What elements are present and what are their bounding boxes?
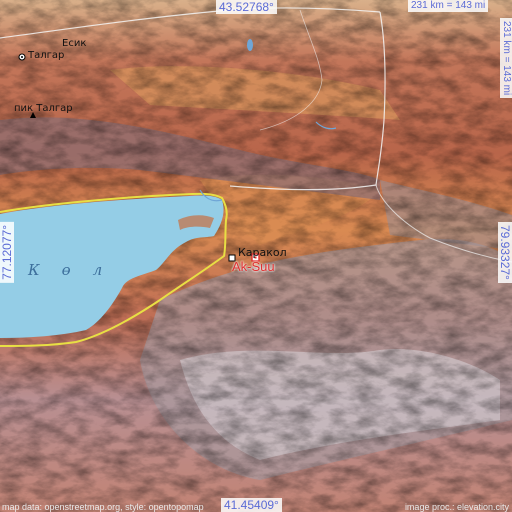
footer-credit: image proc.: elevation.city xyxy=(404,502,509,512)
north-coordinate: 43.52768° xyxy=(216,0,277,14)
place-talgar: Талгар xyxy=(28,50,65,61)
lake-label: Көл xyxy=(28,261,125,279)
place-esik: Есик xyxy=(62,38,87,49)
scale-top: 231 km = 143 mi xyxy=(408,0,489,12)
place-peak-talgar: пик Талгар xyxy=(14,103,73,114)
east-coordinate: 79.93327° xyxy=(498,222,512,283)
south-coordinate: 41.45409° xyxy=(221,498,282,512)
footer-attribution: map data: openstreetmap.org, style: open… xyxy=(2,502,204,512)
scale-right: 231 km = 143 mi xyxy=(500,18,512,99)
west-coordinate: 77.12077° xyxy=(0,222,14,283)
talgar-dot xyxy=(21,56,23,58)
place-karakol: Каракол xyxy=(238,246,287,259)
target-label: Ak-Suu xyxy=(232,259,275,274)
small-lake xyxy=(247,39,253,51)
